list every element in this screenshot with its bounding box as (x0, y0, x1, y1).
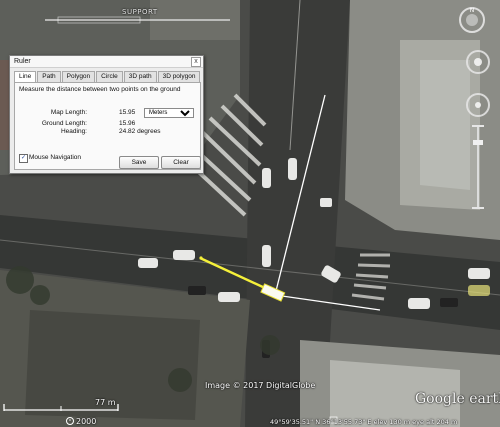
mouse-navigation-label: Mouse Navigation (29, 154, 82, 161)
ruler-description: Measure the distance between two points … (19, 86, 181, 93)
unit-select[interactable]: Meters (144, 108, 194, 118)
tab-3d-polygon[interactable]: 3D polygon (157, 71, 201, 82)
ground-length-label: Ground Length: (41, 120, 87, 127)
clear-button[interactable]: Clear (161, 156, 201, 169)
zoom-slider-label: SUPPORT (122, 8, 158, 16)
ruler-window-title: Ruler (14, 58, 31, 65)
ruler-tabs: Line Path Polygon Circle 3D path 3D poly… (14, 71, 201, 83)
tab-polygon[interactable]: Polygon (61, 71, 96, 82)
save-button[interactable]: Save (119, 156, 159, 169)
status-bar: 49°59'35.51" N 36°13'55.73" E elev 130 m… (270, 418, 458, 426)
tab-circle[interactable]: Circle (96, 71, 123, 82)
heading-label: Heading: (60, 128, 87, 135)
mouse-navigation-checkbox[interactable]: ✓ (19, 154, 28, 163)
tab-path[interactable]: Path (37, 71, 61, 82)
ruler-dialog: Ruler x Line Path Polygon Circle 3D path… (9, 55, 204, 174)
google-earth-logo: Google earth (415, 391, 500, 407)
tab-3d-path[interactable]: 3D path (123, 71, 157, 82)
heading-value: 24.82 degrees (119, 128, 161, 135)
timeline-year[interactable]: 2000 (76, 417, 96, 426)
ruler-title-bar[interactable]: Ruler x (10, 56, 203, 68)
ground-length-value: 15.96 (119, 120, 136, 127)
svg-text:N: N (470, 7, 475, 14)
map-length-value: 15.95 (119, 109, 136, 116)
scale-bar-label: 77 m (95, 398, 116, 407)
imagery-credit: Image © 2017 DigitalGlobe (205, 381, 316, 390)
map-length-label: Map Length: (50, 109, 87, 116)
close-icon[interactable]: x (191, 57, 201, 67)
